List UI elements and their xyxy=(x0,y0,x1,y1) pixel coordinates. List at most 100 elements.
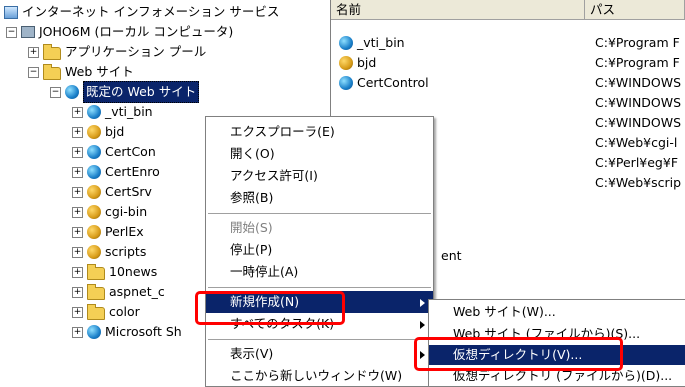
tree-item-cgi-bin[interactable]: + cgi-bin xyxy=(72,202,147,222)
expand-icon[interactable]: + xyxy=(72,166,83,178)
tree-item-app-pool[interactable]: + アプリケーション プール xyxy=(28,42,206,62)
column-header-path[interactable]: パス xyxy=(585,0,685,20)
iis-icon xyxy=(4,5,18,19)
expand-icon[interactable]: + xyxy=(72,186,83,198)
menu-item[interactable]: アクセス許可(I) xyxy=(206,165,433,187)
collapse-icon[interactable]: − xyxy=(50,86,61,98)
list-item-path: C:¥WINDOWS xyxy=(595,95,682,110)
globe-icon xyxy=(87,325,101,339)
tree-item--vti-bin[interactable]: + _vti_bin xyxy=(72,102,153,122)
submenu-item-label: Web サイト(W)... xyxy=(453,304,556,319)
list-item-path: C:¥Perl¥eg¥F xyxy=(595,155,679,170)
menu-item[interactable]: 停止(P) xyxy=(206,239,433,261)
menu-item[interactable]: すべてのタスク(K) xyxy=(206,313,433,335)
tree-label: bjd xyxy=(105,124,125,139)
tree-item-certsrv[interactable]: + CertSrv xyxy=(72,182,152,202)
submenu-item-label: 仮想ディレクトリ(V)... xyxy=(453,347,583,362)
menu-item-label: 停止(P) xyxy=(230,242,273,257)
tree-item-certcon[interactable]: + CertCon xyxy=(72,142,156,162)
folder-icon xyxy=(87,283,105,300)
menu-item[interactable]: エクスプローラ(E) xyxy=(206,121,433,143)
menu-separator xyxy=(208,213,431,215)
web-app-icon xyxy=(87,225,101,239)
tree-item-perlex[interactable]: + PerlEx xyxy=(72,222,144,242)
expand-icon[interactable]: + xyxy=(72,306,83,318)
tree-item-aspnet-c[interactable]: + aspnet_c xyxy=(72,282,165,302)
tree-label: _vti_bin xyxy=(105,104,153,119)
menu-item[interactable]: ここから新しいウィンドウ(W) xyxy=(206,365,433,387)
context-menu: エクスプローラ(E) 開く(O) アクセス許可(I) 参照(B) 開始(S) 停止(P) 一… xyxy=(205,116,434,387)
globe-icon xyxy=(87,105,101,119)
globe-icon xyxy=(87,165,101,179)
collapse-icon[interactable]: − xyxy=(28,66,39,78)
list-item-path: C:¥WINDOWS xyxy=(595,115,682,130)
folder-icon xyxy=(43,43,61,60)
tree-label: アプリケーション プール xyxy=(65,44,207,59)
submenu-item[interactable]: 仮想ディレクトリ(V)... xyxy=(429,345,685,365)
tree-item-color[interactable]: + color xyxy=(72,302,140,322)
submenu-arrow-icon xyxy=(420,299,425,307)
menu-item-label: すべてのタスク(K) xyxy=(230,316,335,331)
list-item[interactable]: CertControl xyxy=(339,73,429,93)
web-app-icon xyxy=(87,185,101,199)
expand-icon[interactable]: + xyxy=(28,46,39,58)
expand-icon[interactable]: + xyxy=(72,226,83,238)
tree-item-certenro[interactable]: + CertEnro xyxy=(72,162,160,182)
menu-item-label: 一時停止(A) xyxy=(230,264,299,279)
web-app-icon xyxy=(339,56,353,70)
menu-item[interactable]: 新規作成(N) xyxy=(206,291,433,313)
globe-icon xyxy=(339,36,353,50)
menu-separator xyxy=(208,339,431,341)
tree-label: インターネット インフォメーション サービス xyxy=(22,4,280,19)
menu-item: 開始(S) xyxy=(206,217,433,239)
tree-label: aspnet_c xyxy=(109,284,165,299)
tree-label: CertEnro xyxy=(105,164,160,179)
globe-icon xyxy=(65,85,79,99)
collapse-icon[interactable]: − xyxy=(6,26,17,38)
list-item-path: C:¥Web¥cgi-l xyxy=(595,135,678,150)
menu-item[interactable]: 開く(O) xyxy=(206,143,433,165)
expand-icon[interactable]: + xyxy=(72,106,83,118)
menu-item-label: エクスプローラ(E) xyxy=(230,124,335,139)
globe-icon xyxy=(87,145,101,159)
submenu-item[interactable]: 仮想ディレクトリ (ファイルから)(D)... xyxy=(429,366,685,386)
tree-label: JOHO6M (ローカル コンピュータ) xyxy=(39,24,234,39)
expand-icon[interactable]: + xyxy=(72,266,83,278)
tree-item-bjd[interactable]: + bjd xyxy=(72,122,124,142)
column-header-name[interactable]: 名前 xyxy=(331,0,585,20)
expand-icon[interactable]: + xyxy=(72,206,83,218)
tree-label: CertCon xyxy=(105,144,156,159)
list-item[interactable]: _vti_bin xyxy=(339,33,405,53)
menu-item[interactable]: 一時停止(A) xyxy=(206,261,433,283)
menu-item-label: 開始(S) xyxy=(230,220,273,235)
expand-icon[interactable]: + xyxy=(72,286,83,298)
menu-item-label: 参照(B) xyxy=(230,190,274,205)
expand-icon[interactable]: + xyxy=(72,146,83,158)
tree-item-websites[interactable]: − Web サイト xyxy=(28,62,134,82)
tree-label: PerlEx xyxy=(105,224,144,239)
submenu-item[interactable]: Web サイト (ファイルから)(S)... xyxy=(429,324,685,344)
list-item-path: C:¥Program F xyxy=(595,55,680,70)
expand-icon[interactable]: + xyxy=(72,126,83,138)
expand-icon[interactable]: + xyxy=(72,246,83,258)
expand-icon[interactable]: + xyxy=(72,326,83,338)
tree-item-default-site[interactable]: − 既定の Web サイト xyxy=(50,81,200,103)
list-item-name: CertControl xyxy=(357,75,429,90)
list-item-path: C:¥Web¥scrip xyxy=(595,175,682,190)
folder-icon xyxy=(87,303,105,320)
list-item[interactable]: bjd xyxy=(339,53,376,73)
menu-item[interactable]: 表示(V) xyxy=(206,343,433,365)
submenu-item-label: 仮想ディレクトリ (ファイルから)(D)... xyxy=(453,368,673,383)
menu-item-label: ここから新しいウィンドウ(W) xyxy=(230,368,403,383)
tree-label-selected: 既定の Web サイト xyxy=(83,81,200,103)
submenu-arrow-icon xyxy=(420,321,425,329)
tree-item-iis-root[interactable]: インターネット インフォメーション サービス xyxy=(4,2,279,22)
tree-item-10news[interactable]: +10news xyxy=(72,262,157,282)
menu-item-label: 開く(O) xyxy=(230,146,275,161)
tree-item-microsoft-sh[interactable]: + Microsoft Sh xyxy=(72,322,182,342)
menu-item[interactable]: 参照(B) xyxy=(206,187,433,209)
tree-item-scripts[interactable]: + scripts xyxy=(72,242,146,262)
tree-item-computer[interactable]: − JOHO6M (ローカル コンピュータ) xyxy=(6,22,233,42)
computer-icon xyxy=(21,26,35,38)
submenu-item[interactable]: Web サイト(W)... xyxy=(429,302,685,322)
